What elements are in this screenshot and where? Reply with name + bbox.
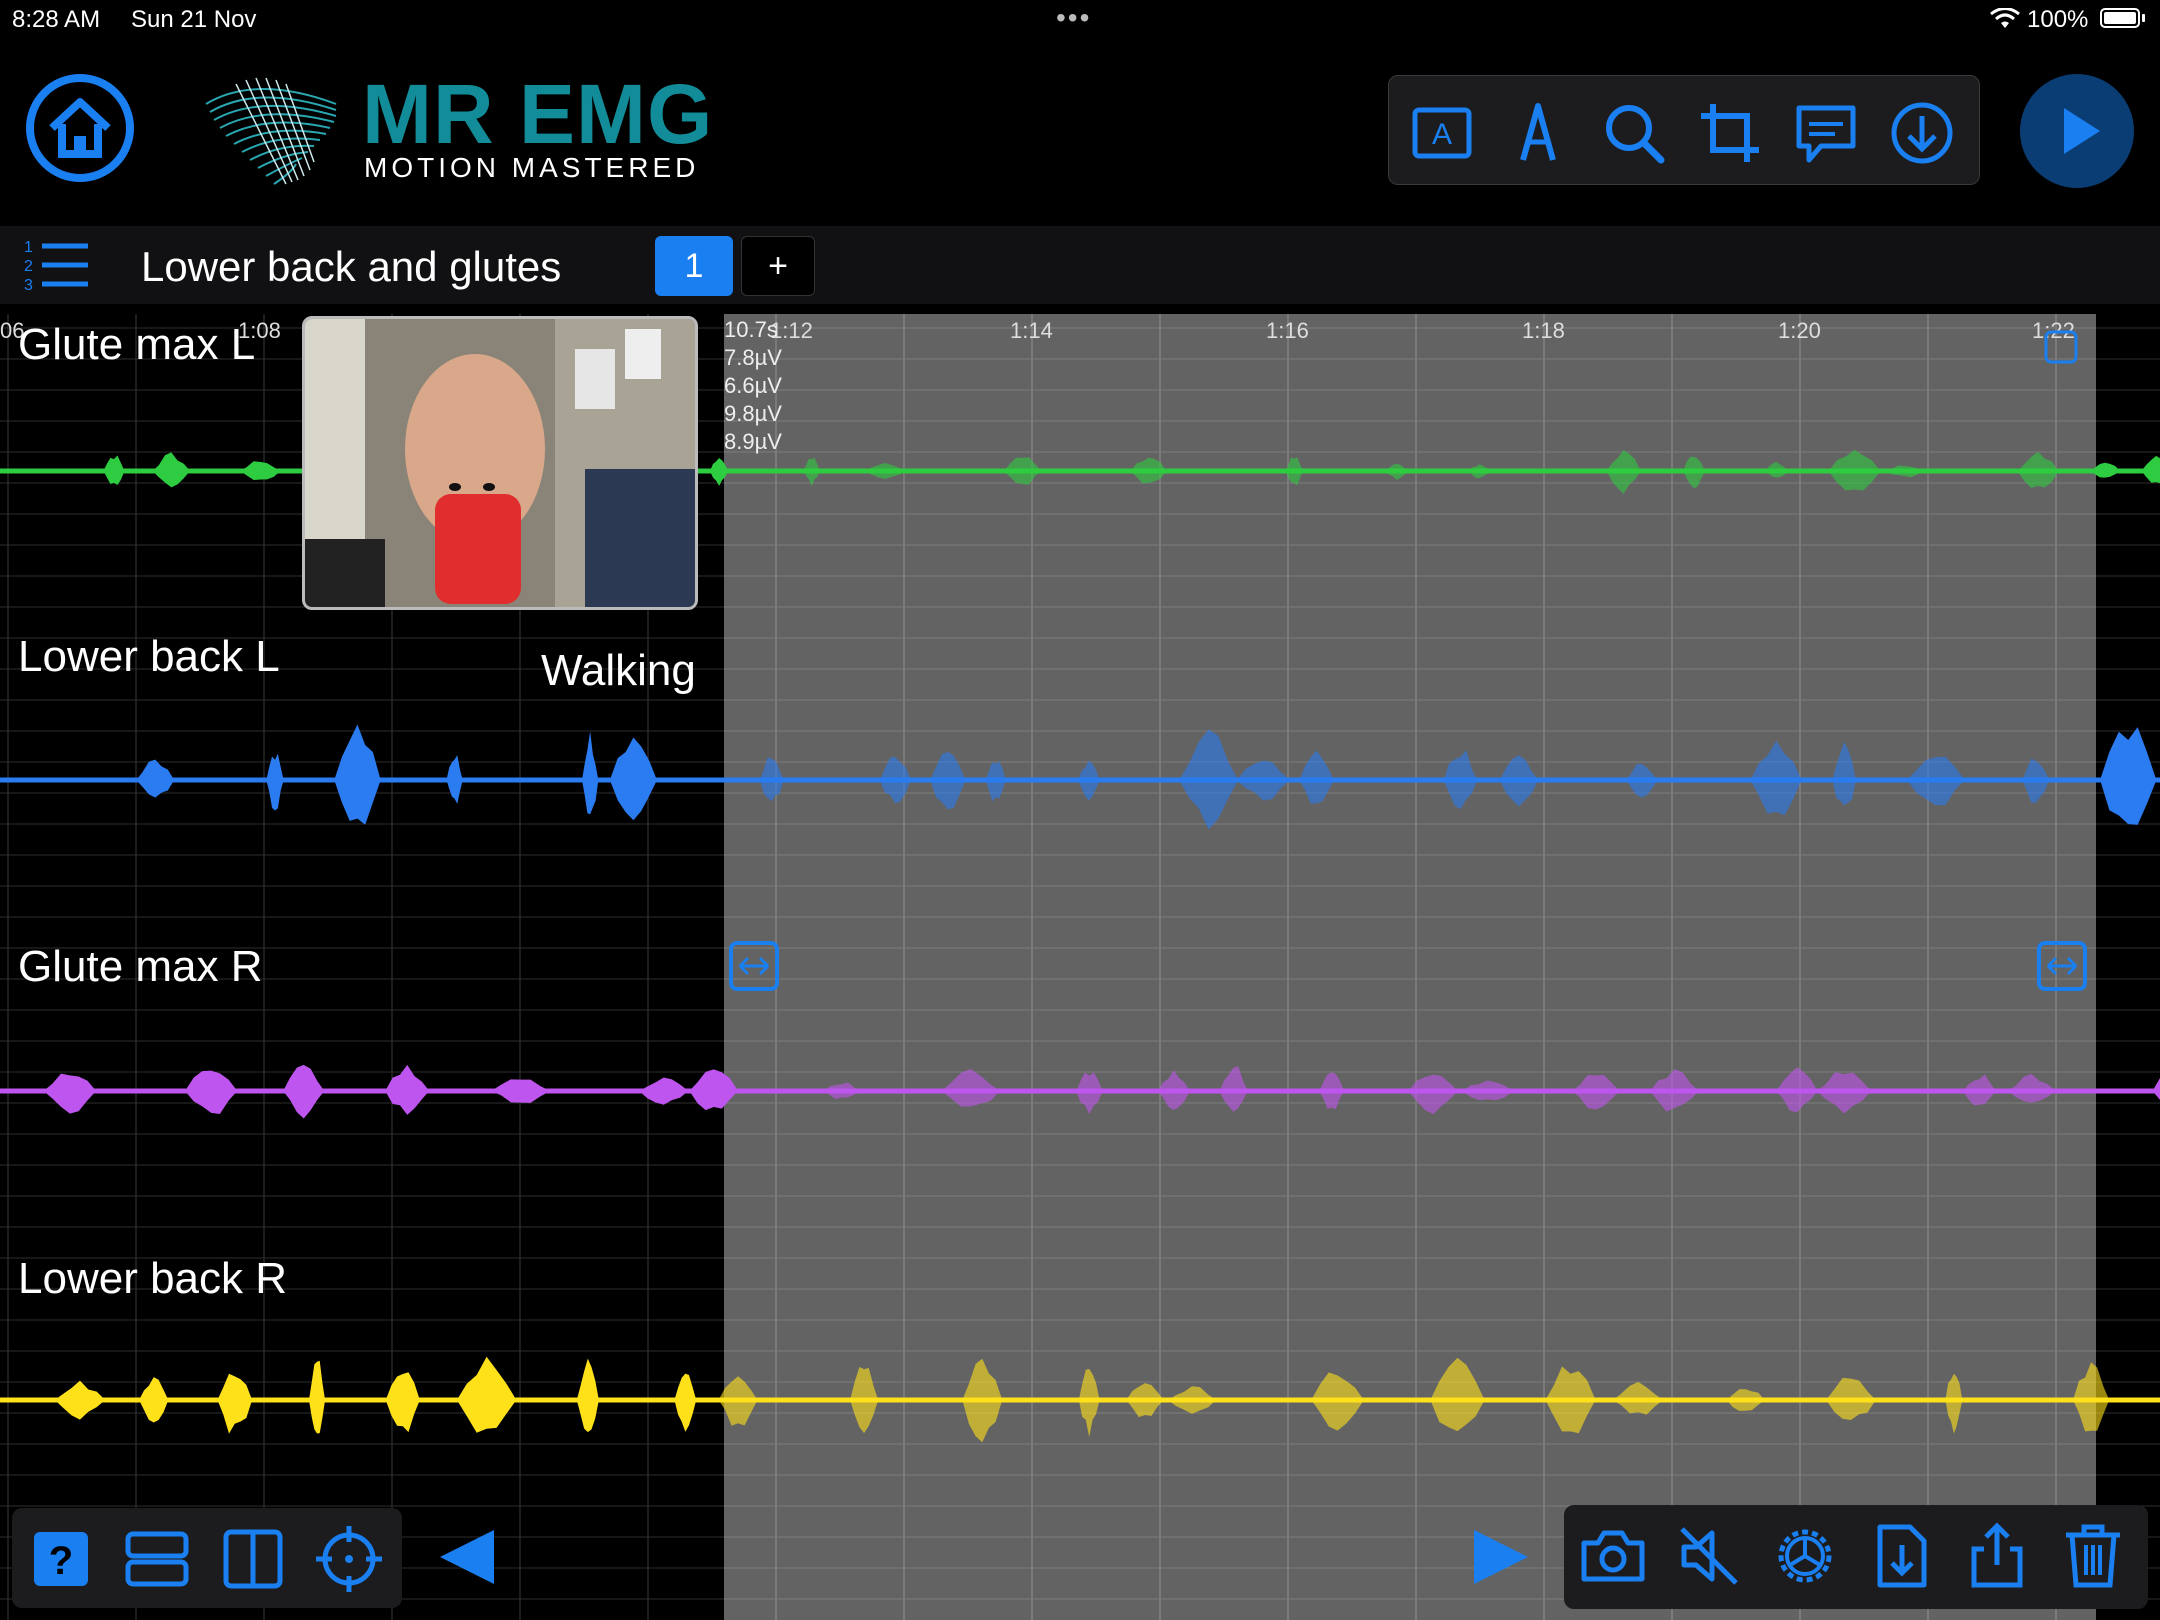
bottom-right-toolbar [1564,1505,2148,1609]
mute-icon[interactable] [1674,1521,1744,1591]
tick-label: 1:16 [1266,318,1309,343]
crosshair-icon[interactable] [314,1524,384,1594]
step-back-icon[interactable] [432,1524,502,1590]
pen-icon[interactable] [1503,98,1573,168]
emg-burst [639,1077,689,1105]
channel-label: Glute max R [18,942,263,991]
svg-text:2: 2 [24,258,33,275]
step-forward-icon[interactable] [1466,1524,1536,1590]
range-handle-icon[interactable] [728,940,780,992]
emg-burst [308,1360,326,1434]
wifi-icon [1990,8,2020,28]
camera-icon[interactable] [1578,1521,1648,1591]
emg-burst [54,1380,106,1420]
text-annotation-icon[interactable]: A [1407,98,1477,168]
emg-burst [152,452,191,488]
video-preview[interactable] [302,316,698,610]
stacked-layout-icon[interactable] [122,1524,192,1594]
emg-burst [185,1070,238,1115]
emg-burst [240,461,281,480]
tick-label: 1:18 [1522,318,1565,343]
emg-burst [43,1073,97,1114]
tick-label: 1:20 [1778,318,1821,343]
emg-burst [609,737,657,821]
play-button[interactable] [2020,74,2134,188]
emg-burst [283,1064,325,1119]
battery-percent: 100% [2027,6,2089,33]
status-bar: 8:28 AM Sun 21 Nov ••• 100% [0,0,2160,40]
channel-label: Lower back R [18,1254,288,1303]
emg-burst [103,455,125,486]
add-tab-button[interactable]: + [741,236,815,296]
comment-icon[interactable] [1791,98,1861,168]
readout-value: 9.8µV [724,401,782,426]
readout-value: 6.6µV [724,373,782,398]
readout-value: 7.8µV [724,345,782,370]
selection-region [724,314,2096,1620]
emg-burst [456,1356,517,1433]
app-logo-subtitle: MOTION MASTERED [364,152,700,183]
channel-label: Lower back L [18,632,280,681]
split-layout-icon[interactable] [218,1524,288,1594]
crop-icon[interactable] [1695,98,1765,168]
event-label: Walking [541,646,696,695]
home-button[interactable] [26,74,134,182]
emg-burst [2141,455,2160,484]
battery-icon [2100,8,2140,28]
emg-burst [576,1358,599,1433]
multitasking-dots-icon[interactable]: ••• [1056,2,1091,34]
emg-burst [136,759,175,798]
emg-burst [491,1079,551,1103]
numbered-list-icon[interactable]: 1 2 3 [22,236,92,294]
emg-burst [582,731,599,815]
selection-duration: 10.7s [724,317,778,342]
tick-label: 1:14 [1010,318,1053,343]
app-logo-title: MR EMG [362,67,714,161]
svg-text:A: A [1432,118,1452,151]
share-icon[interactable] [1962,1521,2032,1591]
brand-logo-icon [205,77,337,185]
emg-burst [385,1372,420,1433]
top-toolbar: A [1388,75,1980,185]
session-title: Lower back and glutes [141,243,562,290]
home-icon [49,98,111,158]
readout-value: 8.9µV [724,429,782,454]
emg-burst [2100,727,2157,825]
svg-text:3: 3 [24,277,33,294]
range-handle-icon[interactable] [2044,330,2078,364]
session-tab-1[interactable]: 1 [655,236,733,296]
emg-burst [2152,1078,2160,1100]
channel-label: Glute max L [18,320,256,369]
trash-icon[interactable] [2058,1521,2128,1591]
search-icon[interactable] [1599,98,1669,168]
emg-burst [139,1377,169,1423]
help-icon[interactable]: ? [26,1524,96,1594]
status-date: Sun 21 Nov [131,6,257,33]
emg-burst [334,724,381,825]
svg-text:?: ? [49,1539,73,1583]
settings-gear-icon[interactable] [1770,1521,1840,1591]
play-icon [2064,108,2100,154]
range-handle-icon[interactable] [2036,940,2088,992]
import-file-icon[interactable] [1866,1521,1936,1591]
status-time: 8:28 AM [12,6,101,33]
emg-burst [217,1373,253,1434]
video-frame [305,319,695,607]
bottom-left-toolbar: ? [12,1508,402,1608]
svg-text:1: 1 [24,239,33,256]
download-icon[interactable] [1887,98,1957,168]
selection-readout: 10.7s 7.8µV 6.6µV 9.8µV 8.9µV [724,316,782,456]
